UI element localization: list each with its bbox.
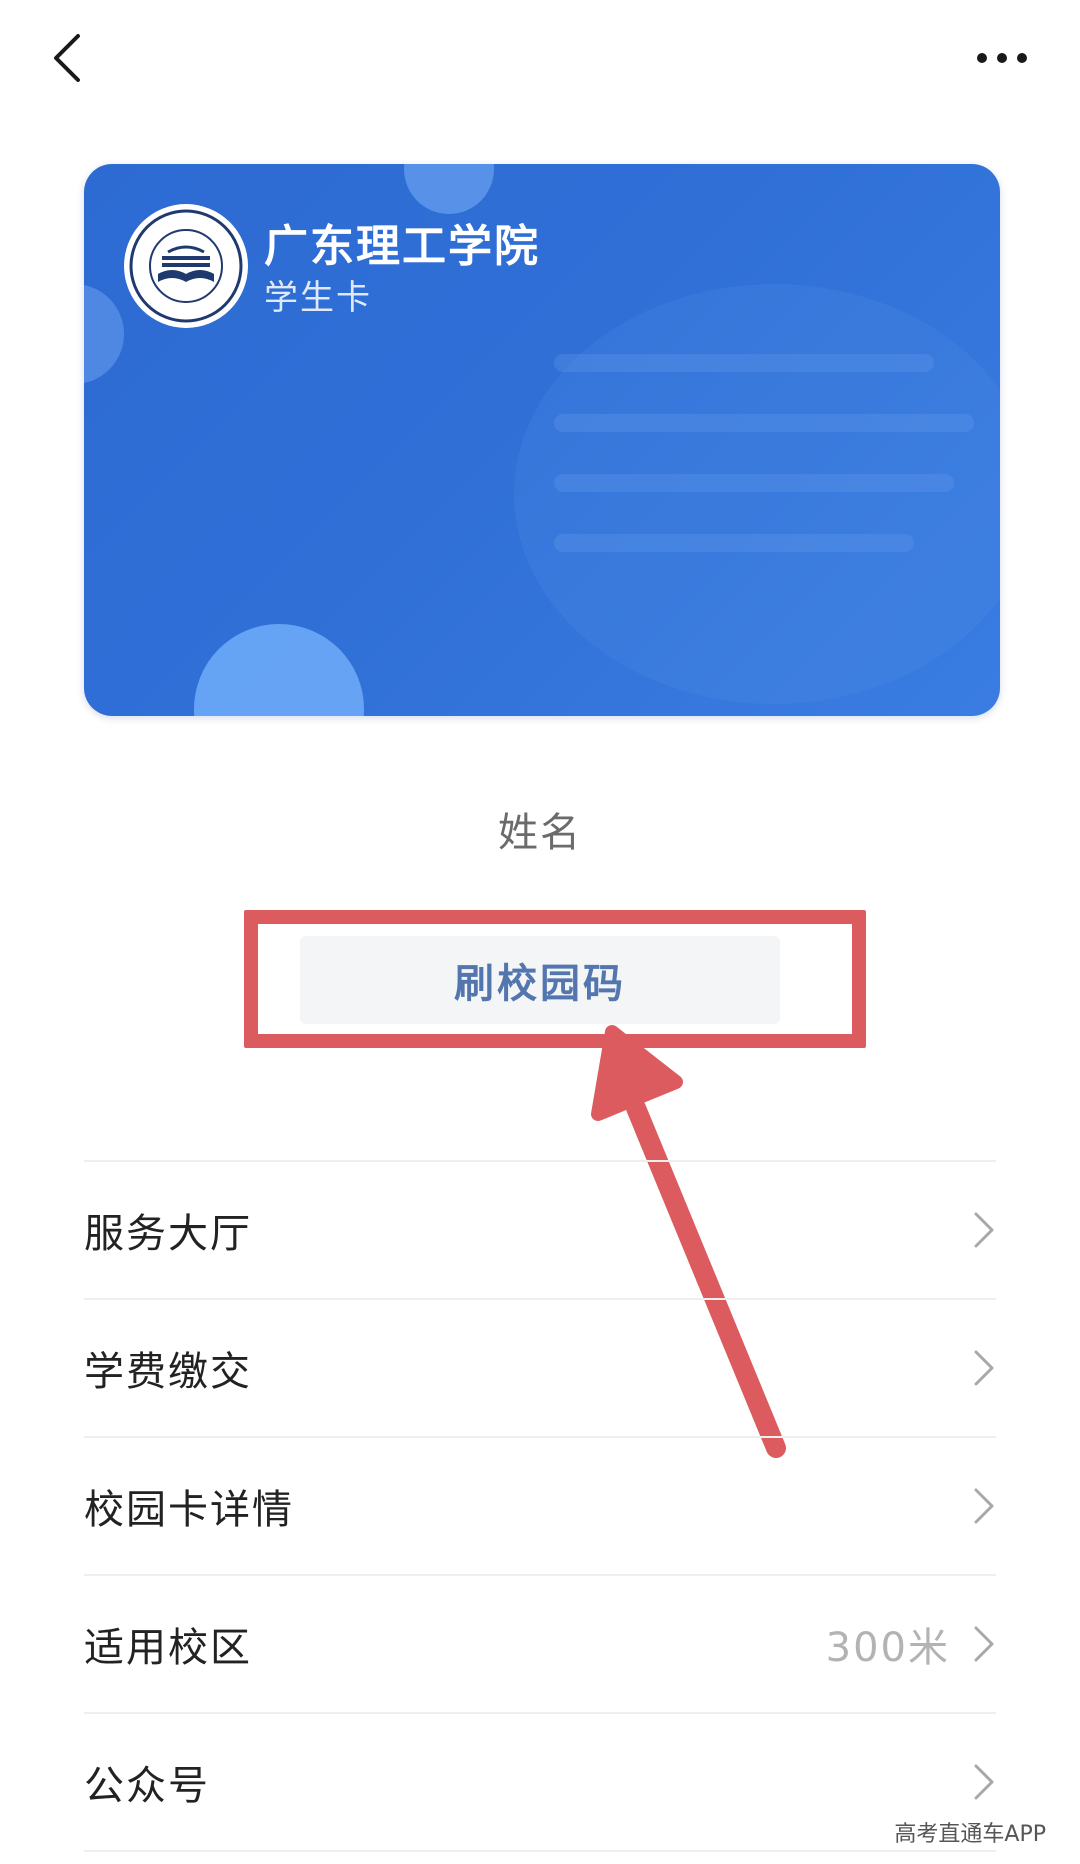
card-decor-bubble	[84, 284, 124, 384]
chevron-right-icon	[974, 1626, 994, 1662]
more-dots-icon	[977, 53, 1027, 63]
chevron-right-icon	[974, 1212, 994, 1248]
school-emblem-icon	[129, 209, 243, 323]
chevron-left-icon	[54, 34, 80, 82]
list-item-label: 公众号	[84, 1763, 210, 1809]
card-pattern-line	[554, 474, 954, 492]
student-name: 姓名	[498, 810, 582, 856]
chevron-right-icon	[974, 1350, 994, 1386]
card-decor-bubble	[194, 624, 364, 716]
chevron-right-icon	[974, 1488, 994, 1524]
student-card[interactable]: 广东理工学院 学生卡	[84, 164, 1000, 716]
list-divider	[84, 1850, 996, 1852]
school-logo	[124, 204, 248, 328]
card-background-pattern	[514, 284, 1000, 704]
card-decor-bubble	[404, 164, 494, 214]
annotation-highlight-box	[244, 910, 866, 1048]
more-options-button[interactable]	[952, 18, 1052, 98]
back-button[interactable]	[28, 18, 108, 98]
list-item-official-account[interactable]: 公众号	[84, 1714, 996, 1850]
campus-distance-value: 300米	[825, 1625, 950, 1671]
list-item-label: 适用校区	[84, 1625, 252, 1671]
source-watermark: 高考直通车APP	[890, 1814, 1050, 1850]
list-item-label: 学费缴交	[84, 1349, 252, 1395]
card-pattern-line	[554, 354, 934, 372]
list-item-tuition-payment[interactable]: 学费缴交	[84, 1300, 996, 1436]
card-pattern-line	[554, 414, 974, 432]
list-item-service-hall[interactable]: 服务大厅	[84, 1162, 996, 1298]
school-name: 广东理工学院	[264, 221, 540, 272]
list-item-card-details[interactable]: 校园卡详情	[84, 1438, 996, 1574]
chevron-right-icon	[974, 1764, 994, 1800]
screen: 广东理工学院 学生卡 姓名 刷校园码 服务大厅 学费缴交 校园卡详情 适用校区 …	[0, 0, 1080, 1864]
menu-list: 服务大厅 学费缴交 校园卡详情 适用校区 300米 公众号	[84, 1160, 996, 1852]
card-type-label: 学生卡	[264, 278, 372, 318]
list-item-label: 校园卡详情	[84, 1487, 294, 1533]
card-pattern-line	[554, 534, 914, 552]
list-item-label: 服务大厅	[84, 1211, 252, 1257]
list-item-campus[interactable]: 适用校区 300米	[84, 1576, 996, 1712]
